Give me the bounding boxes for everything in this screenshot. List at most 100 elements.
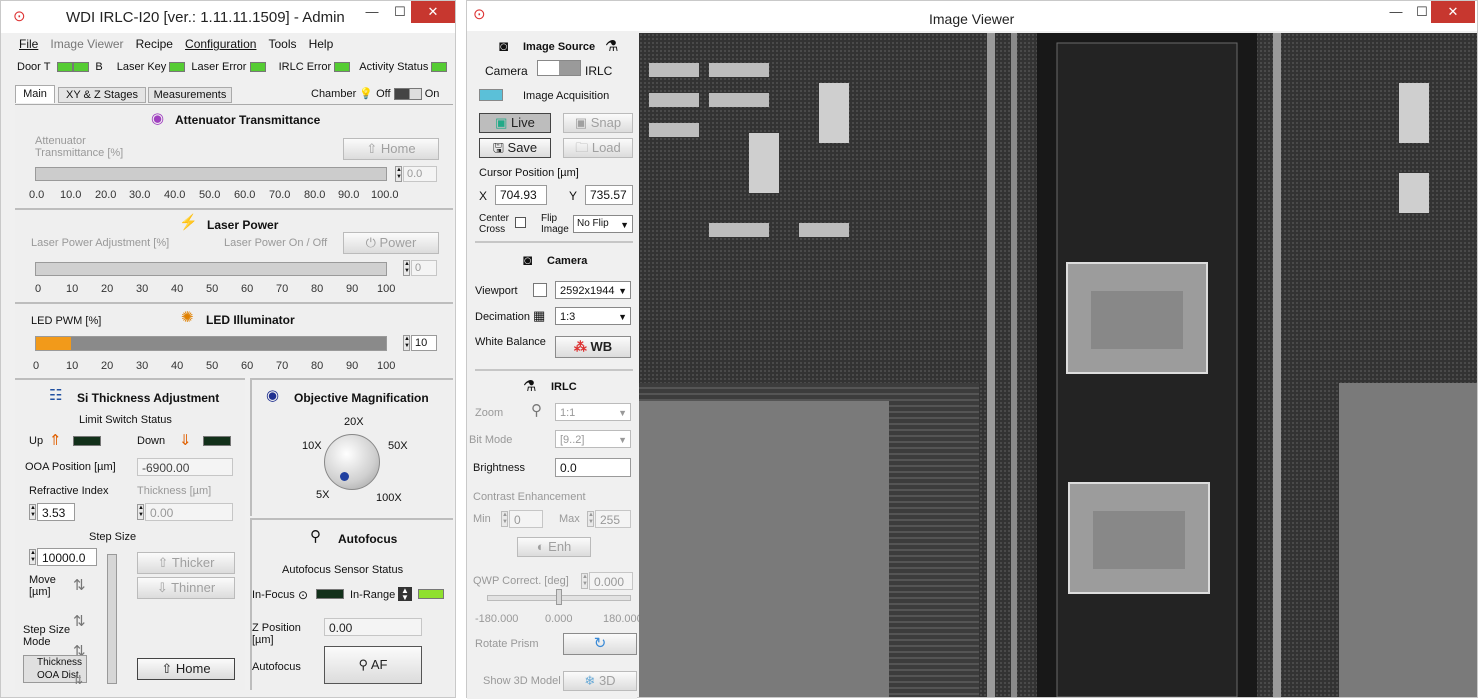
min-field[interactable]: 0 [509,510,543,528]
menu-help[interactable]: Help [309,37,334,51]
af-button[interactable]: ⚲ AF [324,646,422,684]
decimation-select[interactable]: 1:3 [555,307,631,325]
led-pwm-slider[interactable] [35,336,387,351]
refractive-index-field[interactable]: 3.53 [37,503,75,521]
move-arrows-icon-2[interactable]: ⇅ [73,614,86,630]
tab-main[interactable]: Main [15,85,55,103]
irlc-error-label: IRLC Error [278,61,332,73]
source-toggle[interactable] [537,60,581,76]
chamber-toggle[interactable] [393,88,422,101]
qwp-label: QWP Correct. [deg] [473,575,569,587]
cursor-x-label: X [479,189,488,203]
live-icon: ▣ [495,115,512,130]
si-home-button[interactable]: ⇧ Home [137,658,235,680]
qwp-slider-thumb[interactable] [556,589,562,605]
wb-button[interactable]: ⁂ WB [555,336,631,358]
tick: 60.0 [234,189,256,201]
qwp-min-label: -180.000 [475,613,519,625]
mag-50x[interactable]: 50X [388,440,408,452]
led-pwm-value-field[interactable]: 10 [411,335,437,351]
load-button[interactable]: 🗀 Load [563,138,633,158]
arrow-down-icon: ⇓ [179,432,192,449]
source-camera-label[interactable]: Camera [485,64,528,78]
tick: 40 [171,283,184,295]
chamber-off-label: Off [376,88,391,100]
max-field[interactable]: 255 [595,510,631,528]
zoom-select[interactable]: 1:1 [555,403,631,421]
tick: 0 [35,283,42,295]
status-bar: Door T B Laser Key Laser Error IRLC Erro… [17,61,448,73]
max-spin[interactable]: ▲ ▼ [587,511,594,527]
tab-measurements[interactable]: Measurements [148,87,232,103]
mag-10x[interactable]: 10X [302,440,322,452]
laser-power-slider[interactable] [35,262,387,276]
live-button[interactable]: ▣ Live [479,113,551,133]
step-size-label: Step Size [89,531,137,543]
bit-mode-select[interactable]: [9..2] [555,430,631,448]
thickness-spin[interactable]: ▲ ▼ [137,504,144,520]
down-limit-led [203,436,231,446]
menu-image-viewer[interactable]: Image Viewer [50,37,123,51]
right-block [1299,33,1477,363]
in-focus-led [316,589,344,599]
laser-power-spin[interactable]: ▲ ▼ [403,260,410,276]
qwp-spin[interactable]: ▲ ▼ [581,573,588,589]
thickness-field[interactable]: 0.00 [145,503,233,521]
attenuator-home-label: Home [380,141,416,156]
laser-error-led [249,62,266,73]
move-arrows-icon-4[interactable]: ⇅ [73,672,83,688]
menu-file[interactable]: File [19,37,38,51]
tab-xy-z-stages[interactable]: XY & Z Stages [58,87,146,103]
led-ticks: 0 10 20 30 40 50 60 70 80 90 100 [15,360,435,374]
viewport-select[interactable]: 2592x1944 [555,281,631,299]
step-size-mode-label: Step Size Mode [23,624,71,648]
thinner-button[interactable]: ⇩ Thinner [137,577,235,599]
led-pwm-label: LED PWM [%] [31,315,102,327]
thickness-icon: ☷ [49,387,63,404]
refractive-index-spin[interactable]: ▲ ▼ [29,504,36,520]
rotate-icon: ↻ [593,635,607,652]
attenuator-value-field[interactable]: 0.0 [403,166,437,182]
min-spin[interactable]: ▲ ▼ [501,511,508,527]
attenuator-slider[interactable] [35,167,387,181]
thickness-mode-option[interactable]: Thickness [37,657,82,668]
step-slider-track[interactable] [107,554,117,684]
center-cross-checkbox[interactable] [515,217,526,228]
step-size-spin[interactable]: ▲ ▼ [29,549,36,565]
flip-select[interactable]: No Flip [573,215,633,233]
close-button[interactable]: ✕ [411,1,455,23]
qwp-field[interactable]: 0.000 [589,572,633,590]
mag-100x[interactable]: 100X [376,492,402,504]
menu-tools[interactable]: Tools [269,37,297,51]
brightness-field[interactable]: 0.0 [555,458,631,477]
menu-configuration[interactable]: Configuration [185,37,256,51]
attenuator-home-button[interactable]: ⇧ Home [343,138,439,160]
contrast-enhancement-label: Contrast Enhancement [473,491,586,503]
component [709,93,769,107]
in-range-toggle[interactable]: ▲ ▼ [398,587,412,602]
objective-knob[interactable] [324,434,380,490]
laser-power-button[interactable]: ⏻ Power [343,232,439,254]
source-irlc-label[interactable]: IRLC [585,64,612,78]
menu-recipe[interactable]: Recipe [136,37,173,51]
enh-button[interactable]: ◐ Enh [517,537,591,557]
mag-20x[interactable]: 20X [344,416,364,428]
limit-switch-label: Limit Switch Status [79,414,172,426]
move-arrows-icon[interactable]: ⇅ [73,578,86,594]
laser-power-value-field[interactable]: 0 [411,260,437,276]
thinner-button-label: Thinner [171,580,216,595]
viewer-close-button[interactable]: ✕ [1431,1,1475,23]
rotate-prism-button[interactable]: ↻ [563,633,637,655]
mag-5x[interactable]: 5X [316,489,329,501]
led-pwm-spin[interactable]: ▲ ▼ [403,335,410,351]
step-size-field[interactable]: 10000.0 [37,548,97,566]
3d-model-button[interactable]: ❄ 3D [563,671,637,691]
thicker-button[interactable]: ⇧ Thicker [137,552,235,574]
save-button[interactable]: 🖫 Save [479,138,551,158]
tick: 20.0 [95,189,117,201]
microscope-image[interactable] [639,33,1477,697]
attenuator-spin[interactable]: ▲ ▼ [395,166,402,182]
cursor-y-field: 735.57 [585,185,633,205]
tick: 30.0 [129,189,151,201]
snap-button[interactable]: ▣ Snap [563,113,633,133]
